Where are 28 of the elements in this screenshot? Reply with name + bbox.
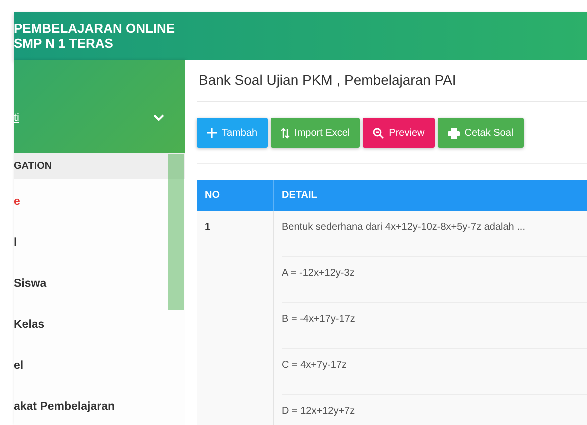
answer-option: A = -12x+12y-3z [282,257,587,303]
nav-item[interactable]: akat Pembelajaran [14,384,185,425]
column-header: NO [197,180,274,211]
print-button[interactable]: Cetak Soal [438,118,524,148]
table-cell: 1 [197,211,274,425]
printer-icon [448,128,460,138]
zoom-out-icon [373,128,384,138]
add-button[interactable]: Tambah [197,118,268,148]
sort-arrows-icon [280,128,290,138]
nav-item[interactable]: e [14,179,185,220]
nav-item[interactable]: Kelas [14,302,185,343]
answer-option: D = 12x+12y+7z [282,395,587,425]
nav-heading: GATION [14,153,185,179]
answer-option: C = 4x+7y-17z [282,349,587,395]
preview-button[interactable]: Preview [363,118,435,148]
answer-option: B = -4x+17y-17z [282,303,587,349]
nav-item[interactable]: l [14,220,185,261]
app-title: PEMBELAJARAN ONLINE SMP N 1 TERAS [14,21,176,51]
nav-item[interactable]: Siswa [14,261,185,302]
nav-item[interactable]: el [14,343,185,384]
column-header: DETAIL [274,180,587,211]
question-text: Bentuk sederhana dari 4x+12y-10z-8x+5y-7z adalah ... [282,211,587,257]
plus-icon [207,128,217,138]
user-link[interactable]: ti [14,112,20,124]
page-title: Bank Soal Ujian PKM , Pembelajaran PAI [197,72,587,102]
scrollbar[interactable] [168,154,184,310]
chevron-down-icon[interactable] [153,114,165,122]
import-button[interactable]: Import Excel [270,118,360,148]
